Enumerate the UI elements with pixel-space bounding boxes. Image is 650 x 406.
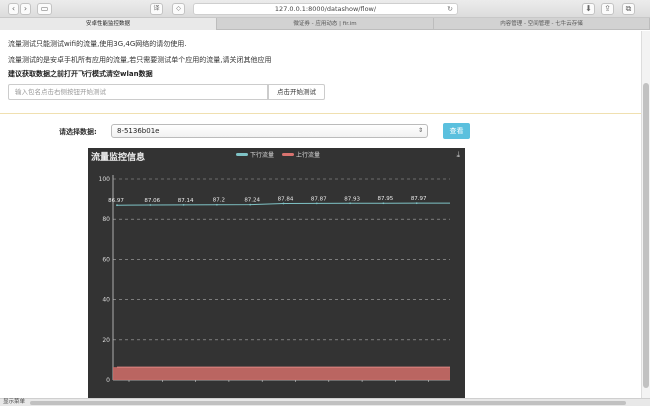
- download-point: [349, 202, 351, 205]
- y-tick-label: 60: [102, 256, 110, 263]
- download-data-label: 86.97: [108, 198, 124, 204]
- description-all-apps: 流量测试的是安卓手机所有应用的流量,若只需要测试单个应用的流量,请关闭其他应用: [8, 56, 272, 64]
- download-point: [282, 202, 285, 205]
- download-data-label: 87.14: [178, 198, 194, 204]
- y-tick-label: 100: [99, 176, 111, 183]
- page-content: 流量测试只能测试wifi的流量,使用3G,4G网络的请勿使用. 流量测试的是安卓…: [0, 31, 641, 399]
- download-data-label: 87.95: [378, 196, 394, 202]
- reload-icon[interactable]: ↻: [447, 4, 453, 15]
- description-airplane-mode: 建议获取数据之前打开飞行模式清空wlan数据: [8, 70, 153, 78]
- divider: [0, 113, 641, 114]
- download-point: [116, 204, 118, 207]
- shield-icon[interactable]: ◇: [172, 3, 185, 15]
- tab-bar: 安卓性能监控数据 微证券 - 应用动态 | fir.im 内容管理 - 空间管理…: [0, 18, 650, 30]
- package-name-input[interactable]: 输入包名点击右侧按钮开始测试: [8, 84, 268, 100]
- download-point: [315, 202, 318, 205]
- address-bar[interactable]: 127.0.0.1:8000/datashow/flow/ ↻: [193, 3, 458, 15]
- translate-icon[interactable]: 译: [150, 3, 163, 15]
- share-icon[interactable]: ⇪: [601, 3, 614, 15]
- download-point: [182, 203, 185, 206]
- vertical-scrollbar[interactable]: [641, 31, 650, 399]
- download-point: [216, 203, 218, 206]
- view-button[interactable]: 查看: [443, 123, 470, 139]
- browser-toolbar: ‹ › ▭ 译 ◇ 127.0.0.1:8000/datashow/flow/ …: [0, 0, 650, 18]
- flow-chart: 流量监控信息 下行流量 上行流量 ⤓ 0 20 40 60 80 100 86.97 87.0…: [88, 148, 465, 399]
- tab-qiniu[interactable]: 内容管理 - 空间管理 - 七牛云存储: [434, 18, 650, 30]
- download-data-label: 87.97: [411, 196, 427, 202]
- select-data-label: 请选择数据:: [59, 128, 97, 136]
- description-wifi: 流量测试只能测试wifi的流量,使用3G,4G网络的请勿使用.: [8, 40, 187, 48]
- data-select[interactable]: 8-5136b01e ⇕: [111, 124, 428, 138]
- download-data-label: 87.93: [344, 196, 360, 202]
- download-data-label: 87.06: [144, 198, 160, 204]
- chart-plot: 0 20 40 60 80 100 86.97 87.06 87.14 87.2 87.24 87.8…: [99, 175, 450, 384]
- tab-fir[interactable]: 微证券 - 应用动态 | fir.im: [217, 18, 434, 30]
- download-point: [382, 202, 385, 205]
- start-test-button[interactable]: 点击开始测试: [268, 84, 325, 100]
- y-tick-label: 0: [106, 377, 110, 384]
- data-select-value: 8-5136b01e: [117, 127, 160, 135]
- download-icon[interactable]: ⬇: [582, 3, 595, 15]
- sidebar-icon[interactable]: ▭: [37, 3, 52, 15]
- download-data-label: 87.87: [311, 196, 327, 202]
- vertical-scrollbar-thumb[interactable]: [643, 83, 649, 388]
- download-point: [415, 202, 418, 205]
- download-data-label: 87.2: [213, 198, 225, 204]
- tab-active[interactable]: 安卓性能监控数据: [0, 18, 217, 30]
- y-tick-label: 20: [102, 337, 110, 344]
- status-bar: 显示菜单: [0, 398, 650, 406]
- select-arrows-icon: ⇕: [417, 127, 423, 134]
- download-point: [149, 204, 152, 206]
- status-text: 显示菜单: [3, 399, 26, 405]
- upload-area: [113, 367, 450, 380]
- y-tick-label: 40: [102, 297, 110, 304]
- download-data-label: 87.84: [278, 196, 294, 202]
- horizontal-scrollbar[interactable]: [30, 401, 626, 405]
- forward-icon[interactable]: ›: [20, 3, 31, 15]
- download-point: [249, 203, 252, 206]
- url-text: 127.0.0.1:8000/datashow/flow/: [274, 5, 377, 13]
- tabs-overview-icon[interactable]: ⧉: [622, 3, 635, 15]
- back-icon[interactable]: ‹: [8, 3, 19, 15]
- download-data-label: 87.24: [244, 198, 260, 204]
- y-tick-label: 80: [102, 216, 110, 223]
